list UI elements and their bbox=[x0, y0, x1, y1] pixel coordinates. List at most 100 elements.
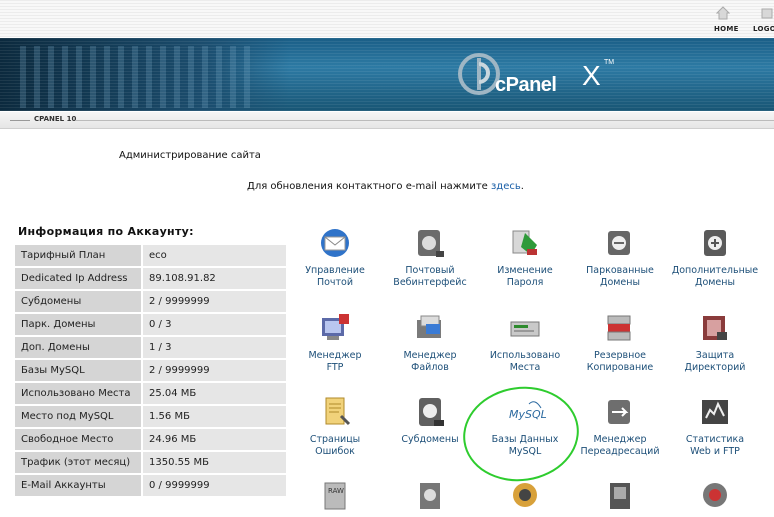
ftp-icon[interactable] bbox=[287, 310, 383, 346]
password-icon[interactable] bbox=[477, 225, 573, 261]
feature-tile-label[interactable]: Менеджер FTP bbox=[287, 350, 383, 374]
feature-tile-label[interactable]: Почтовый Вебинтерфейс bbox=[382, 265, 478, 289]
contact-email-link[interactable]: здесь bbox=[491, 181, 521, 192]
feature-tile-parked-domains[interactable]: Паркованные Домены bbox=[572, 225, 668, 289]
tile-label-line1[interactable]: Защита bbox=[667, 350, 763, 362]
feature-tile-label[interactable]: Дополнительные Домены bbox=[667, 265, 763, 289]
raw-logs-icon[interactable]: RAW bbox=[287, 477, 383, 517]
header-banner bbox=[0, 38, 774, 111]
account-row-label: Тарифный План bbox=[15, 245, 143, 268]
directory-protect-icon[interactable] bbox=[667, 310, 763, 346]
tile-label-line2[interactable]: Вебинтерфейс bbox=[382, 277, 478, 289]
addon-domains-icon[interactable] bbox=[667, 225, 763, 261]
feature-tile-stats[interactable]: Статистика Web и FTP bbox=[667, 394, 763, 458]
tile-label-line1[interactable]: Паркованные bbox=[572, 265, 668, 277]
home-link[interactable]: HOME bbox=[714, 25, 739, 33]
tile-label-line1[interactable]: Изменение bbox=[477, 265, 573, 277]
feature-tile-label[interactable]: Защита Директорий bbox=[667, 350, 763, 374]
feature-tile-label[interactable]: Менеджер Файлов bbox=[382, 350, 478, 374]
feature-tile-password[interactable]: Изменение Пароля bbox=[477, 225, 573, 289]
cron-icon[interactable] bbox=[382, 477, 478, 517]
tile-label-line2[interactable]: Почтой bbox=[287, 277, 383, 289]
tile-label-line2[interactable]: Ошибок bbox=[287, 446, 383, 458]
page-title: Администрирование сайта bbox=[119, 150, 261, 161]
account-row: Субдомены 2 / 9999999 bbox=[15, 290, 286, 314]
feature-tile-label[interactable]: Резервное Копирование bbox=[572, 350, 668, 374]
tile-label-line2[interactable]: Копирование bbox=[572, 362, 668, 374]
account-row-label: Парк. Домены bbox=[15, 313, 143, 337]
feature-tile-label[interactable]: Страницы Ошибок bbox=[287, 434, 383, 458]
tile-label-line1[interactable]: Менеджер bbox=[287, 350, 383, 362]
tile-label-line1[interactable]: Менеджер bbox=[382, 350, 478, 362]
tile-label-line2[interactable]: Пароля bbox=[477, 277, 573, 289]
breadcrumb-bar: CPANEL 10 bbox=[0, 112, 774, 129]
account-row-label: Место под MySQL bbox=[15, 405, 143, 429]
feature-tile-directory-protect[interactable]: Защита Директорий bbox=[667, 310, 763, 374]
tile-label-line1[interactable]: Страницы bbox=[287, 434, 383, 446]
tile-label-line2[interactable]: Домены bbox=[572, 277, 668, 289]
feature-tile-label[interactable]: Менеджер Переадресаций bbox=[572, 434, 668, 458]
contact-text: Для обновления контактного e-mail нажмит… bbox=[247, 181, 491, 192]
account-info-table: Тарифный План eco Dedicated Ip Address 89.1… bbox=[15, 245, 286, 498]
tile-label-line2[interactable]: Переадресаций bbox=[572, 446, 668, 458]
tile-label-line2[interactable]: Директорий bbox=[667, 362, 763, 374]
account-row: Трафик (этот месяц) 1350.55 МБ bbox=[15, 451, 286, 475]
feature-tile-addon-domains[interactable]: Дополнительные Домены bbox=[667, 225, 763, 289]
cpanel-version-label: CPANEL 10 bbox=[34, 115, 77, 123]
tile-label-line1[interactable]: Использовано bbox=[477, 350, 573, 362]
subdomains-icon[interactable] bbox=[382, 394, 478, 430]
misc-icon[interactable] bbox=[667, 477, 763, 517]
tile-label-line2[interactable]: Домены bbox=[667, 277, 763, 289]
feature-tile-ftp[interactable]: Менеджер FTP bbox=[287, 310, 383, 374]
home-icon[interactable] bbox=[716, 6, 730, 20]
tile-label-line1[interactable]: Дополнительные bbox=[667, 265, 763, 277]
feature-tile-redirects[interactable]: Менеджер Переадресаций bbox=[572, 394, 668, 458]
network-tools-icon[interactable] bbox=[477, 477, 573, 517]
raw-logs-label: RAW bbox=[328, 487, 344, 495]
redirects-icon[interactable] bbox=[572, 394, 668, 430]
account-row-value: 25.04 МБ bbox=[142, 382, 286, 406]
account-row-value: 89.108.91.82 bbox=[142, 267, 286, 291]
feature-tile-backup[interactable]: Резервное Копирование bbox=[572, 310, 668, 374]
tile-label-line1[interactable]: Почтовый bbox=[382, 265, 478, 277]
tile-label-line2[interactable]: Файлов bbox=[382, 362, 478, 374]
account-row-value: 1.56 МБ bbox=[142, 405, 286, 429]
account-row-value: 0 / 9999999 bbox=[142, 474, 286, 498]
disk-usage-icon[interactable] bbox=[477, 310, 573, 346]
account-row: Свободное Место 24.96 МБ bbox=[15, 428, 286, 452]
top-toolbar: HOME LOGO bbox=[0, 0, 774, 37]
feature-tile-label[interactable]: Изменение Пароля bbox=[477, 265, 573, 289]
account-row-value: 24.96 МБ bbox=[142, 428, 286, 452]
account-row: Базы MySQL 2 / 9999999 bbox=[15, 359, 286, 383]
feature-tile-mail[interactable]: Управление Почтой bbox=[287, 225, 383, 289]
mime-icon[interactable] bbox=[572, 477, 668, 517]
tile-label-line2[interactable]: Web и FTP bbox=[667, 446, 763, 458]
backup-icon[interactable] bbox=[572, 310, 668, 346]
tile-label-line1[interactable]: Управление bbox=[287, 265, 383, 277]
account-row-value: 0 / 3 bbox=[142, 313, 286, 337]
tile-label-line1[interactable]: Менеджер bbox=[572, 434, 668, 446]
tile-label-line2[interactable]: FTP bbox=[287, 362, 383, 374]
logout-link[interactable]: LOGO bbox=[753, 25, 774, 33]
logout-icon[interactable] bbox=[760, 6, 774, 20]
feature-tile-webmail[interactable]: Почтовый Вебинтерфейс bbox=[382, 225, 478, 289]
error-pages-icon[interactable] bbox=[287, 394, 383, 430]
parked-domains-icon[interactable] bbox=[572, 225, 668, 261]
feature-tile-label[interactable]: Паркованные Домены bbox=[572, 265, 668, 289]
feature-tile-file-manager[interactable]: Менеджер Файлов bbox=[382, 310, 478, 374]
stats-icon[interactable] bbox=[667, 394, 763, 430]
tile-label-line1[interactable]: Статистика bbox=[667, 434, 763, 446]
feature-tile-label[interactable]: Использовано Места bbox=[477, 350, 573, 374]
feature-tile-error-pages[interactable]: Страницы Ошибок bbox=[287, 394, 383, 458]
brand-name: cPanel bbox=[495, 74, 557, 96]
tile-label-line1[interactable]: Резервное bbox=[572, 350, 668, 362]
file-manager-icon[interactable] bbox=[382, 310, 478, 346]
account-row-label: Трафик (этот месяц) bbox=[15, 451, 143, 475]
tile-label-line2[interactable]: Места bbox=[477, 362, 573, 374]
webmail-icon[interactable] bbox=[382, 225, 478, 261]
feature-tile-label[interactable]: Статистика Web и FTP bbox=[667, 434, 763, 458]
mail-icon[interactable] bbox=[287, 225, 383, 261]
feature-tile-label[interactable]: Управление Почтой bbox=[287, 265, 383, 289]
account-info-title: Информация по Аккаунту: bbox=[18, 225, 194, 238]
feature-tile-disk-usage[interactable]: Использовано Места bbox=[477, 310, 573, 374]
